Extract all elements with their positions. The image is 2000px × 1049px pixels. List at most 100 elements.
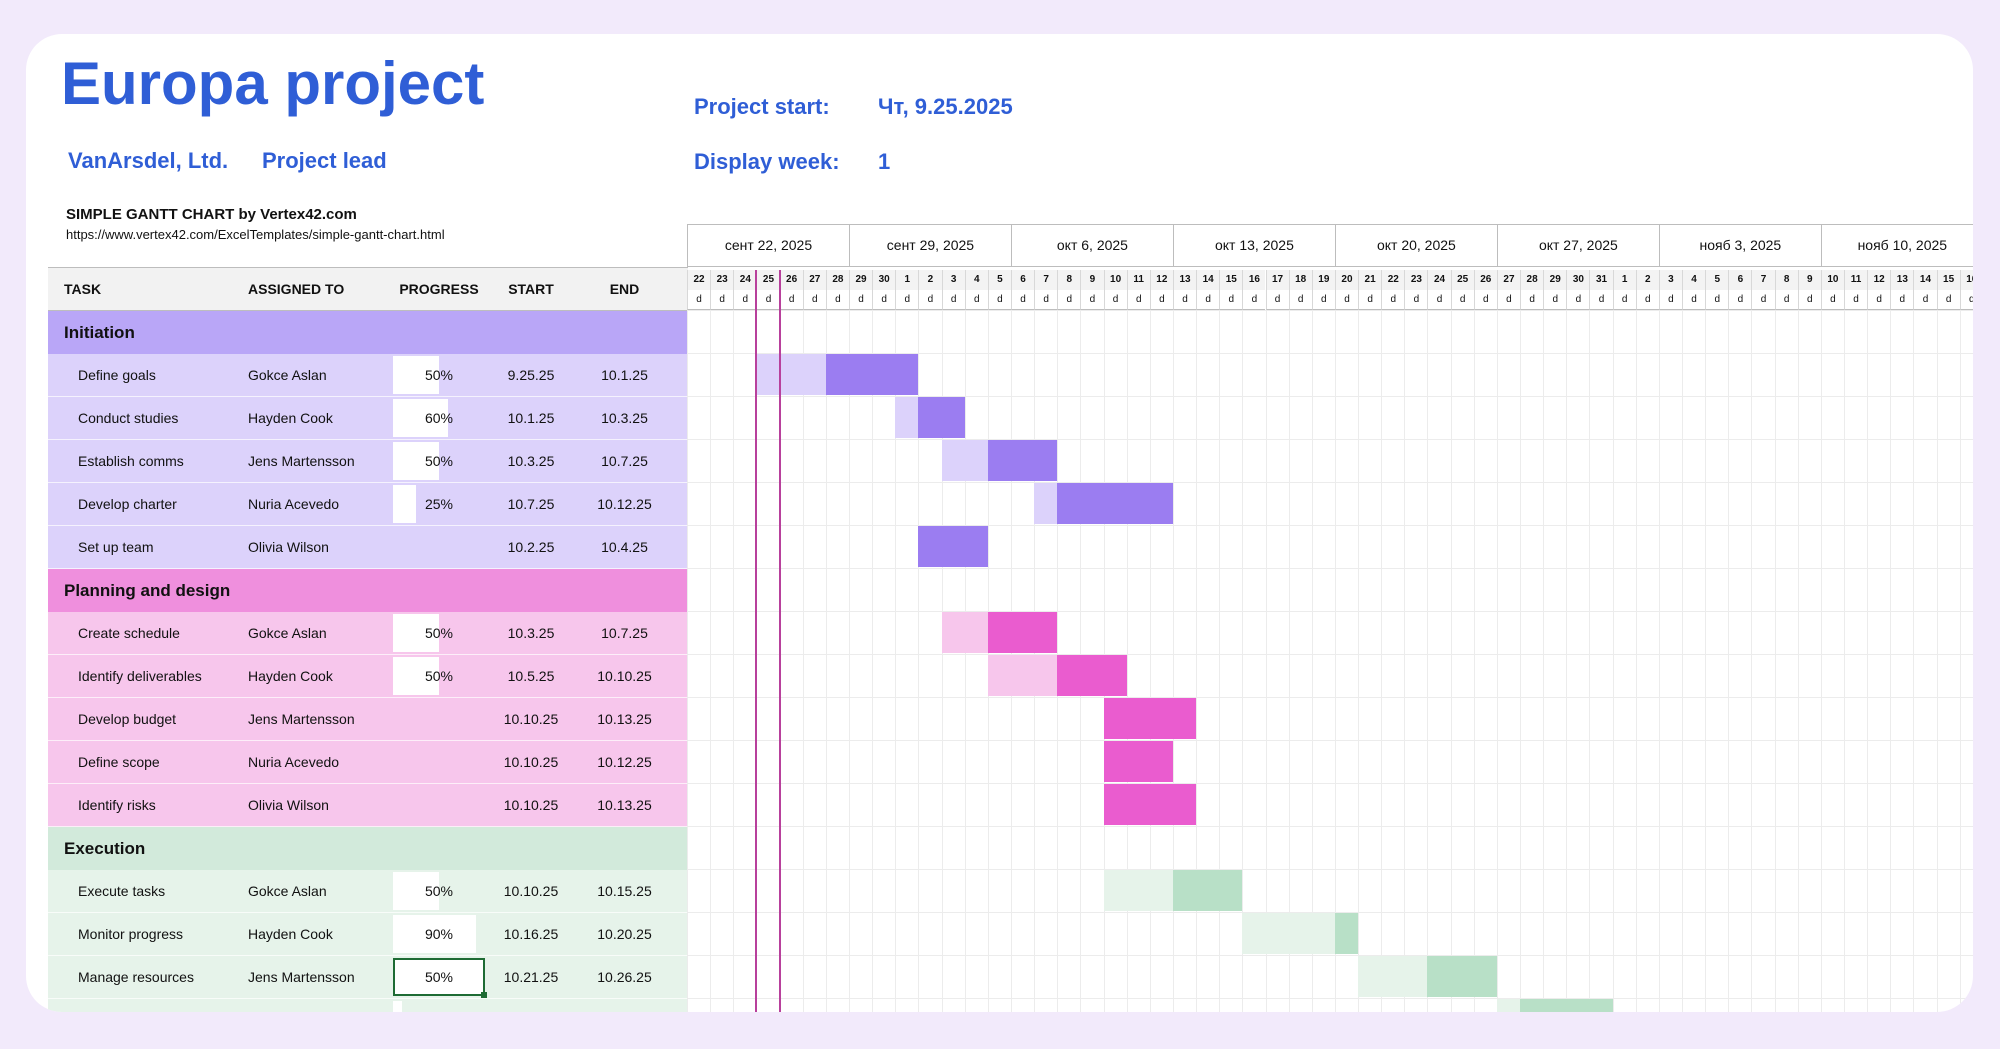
gantt-bar[interactable] <box>1103 698 1197 739</box>
gantt-bar[interactable] <box>987 612 1058 653</box>
phase-header[interactable]: Execution <box>48 827 688 870</box>
end-cell[interactable]: 10.26.25 <box>577 956 672 999</box>
progress-cell[interactable]: 60% <box>393 397 485 440</box>
end-cell[interactable]: 10.15.25 <box>577 870 672 913</box>
task-name-cell[interactable]: Identify deliverables <box>78 655 202 698</box>
assigned-cell[interactable]: Nuria Acevedo <box>248 741 339 784</box>
gantt-bar[interactable] <box>1057 655 1127 696</box>
gantt-bar-progress[interactable] <box>1242 913 1335 954</box>
progress-cell[interactable] <box>393 741 485 784</box>
gantt-bar[interactable] <box>918 397 965 438</box>
assigned-cell[interactable]: Olivia Wilson <box>248 526 329 569</box>
assigned-cell[interactable]: Olivia Wilson <box>248 784 329 827</box>
progress-cell[interactable]: 50% <box>393 870 485 913</box>
week-header[interactable]: нояб 10, 2025 <box>1820 225 1973 266</box>
task-name-cell[interactable]: Monitor progress <box>78 913 183 956</box>
gantt-bar[interactable] <box>1427 956 1497 997</box>
gantt-bar[interactable] <box>1172 870 1243 911</box>
progress-cell[interactable] <box>393 698 485 741</box>
task-name-cell[interactable]: Manage resources <box>78 956 194 999</box>
assigned-cell[interactable]: Jens Martensson <box>248 956 355 999</box>
task-name-cell[interactable]: Conduct studies <box>78 397 178 440</box>
task-name-cell[interactable]: Define goals <box>78 354 156 397</box>
gantt-bar-progress[interactable] <box>987 655 1058 696</box>
progress-cell[interactable]: 50% <box>393 655 485 698</box>
assigned-cell[interactable]: Gokce Aslan <box>248 354 327 397</box>
gantt-bar-progress[interactable] <box>1496 999 1521 1012</box>
week-header[interactable]: окт 13, 2025 <box>1172 225 1335 266</box>
start-cell[interactable]: 10.5.25 <box>485 655 577 698</box>
task-name-cell[interactable]: Create schedule <box>78 612 180 655</box>
start-cell[interactable]: 10.10.25 <box>485 741 577 784</box>
end-cell[interactable]: 10.4.25 <box>577 526 672 569</box>
end-cell[interactable]: 10.1.25 <box>577 354 672 397</box>
credit-url[interactable]: https://www.vertex42.com/ExcelTemplates/… <box>66 227 445 242</box>
task-name-cell[interactable]: Establish comms <box>78 440 184 483</box>
gantt-bar-progress[interactable] <box>1034 483 1058 524</box>
progress-cell[interactable] <box>393 999 485 1012</box>
week-header[interactable]: сент 22, 2025 <box>687 225 849 266</box>
column-header-task[interactable]: TASK <box>64 268 101 310</box>
progress-cell[interactable]: 90% <box>393 913 485 956</box>
display-week-value[interactable]: 1 <box>878 149 890 175</box>
end-cell[interactable]: 10.12.25 <box>577 483 672 526</box>
assigned-cell[interactable]: Jens Martensson <box>248 440 355 483</box>
gantt-bar-progress[interactable] <box>941 440 988 481</box>
task-name-cell[interactable]: Define scope <box>78 741 160 784</box>
start-cell[interactable] <box>485 999 577 1012</box>
gantt-bar[interactable] <box>1334 913 1359 954</box>
gantt-bar[interactable] <box>1103 784 1197 825</box>
column-header-end[interactable]: END <box>577 268 672 310</box>
phase-header[interactable]: Planning and design <box>48 569 688 612</box>
week-header[interactable]: окт 27, 2025 <box>1496 225 1659 266</box>
task-name-cell[interactable]: Identify risks <box>78 784 156 827</box>
gantt-bar[interactable] <box>1103 741 1173 782</box>
end-cell[interactable]: 10.12.25 <box>577 741 672 784</box>
week-header[interactable]: окт 6, 2025 <box>1010 225 1173 266</box>
task-name-cell[interactable]: Set up team <box>78 526 154 569</box>
week-header[interactable]: нояб 3, 2025 <box>1658 225 1821 266</box>
end-cell[interactable]: 10.3.25 <box>577 397 672 440</box>
gantt-bar-progress[interactable] <box>1358 956 1428 997</box>
end-cell[interactable]: 10.7.25 <box>577 440 672 483</box>
start-cell[interactable]: 10.1.25 <box>485 397 577 440</box>
phase-header[interactable]: Initiation <box>48 311 688 354</box>
end-cell[interactable]: 10.13.25 <box>577 784 672 827</box>
assigned-cell[interactable]: Hayden Cook <box>248 397 333 440</box>
progress-cell[interactable]: 50% <box>393 612 485 655</box>
end-cell[interactable]: 10.13.25 <box>577 698 672 741</box>
start-cell[interactable]: 10.10.25 <box>485 870 577 913</box>
end-cell[interactable] <box>577 999 672 1012</box>
assigned-cell[interactable]: Gokce Aslan <box>248 612 327 655</box>
start-cell[interactable]: 10.21.25 <box>485 956 577 999</box>
column-header-start[interactable]: START <box>485 268 577 310</box>
assigned-cell[interactable]: Hayden Cook <box>248 655 333 698</box>
end-cell[interactable]: 10.10.25 <box>577 655 672 698</box>
gantt-bar[interactable] <box>1520 999 1613 1012</box>
week-header[interactable]: сент 29, 2025 <box>848 225 1011 266</box>
progress-cell[interactable]: 25% <box>393 483 485 526</box>
end-cell[interactable]: 10.7.25 <box>577 612 672 655</box>
task-name-cell[interactable]: Develop charter <box>78 483 177 526</box>
start-cell[interactable]: 10.10.25 <box>485 784 577 827</box>
start-cell[interactable]: 10.2.25 <box>485 526 577 569</box>
progress-cell[interactable]: 50% <box>393 440 485 483</box>
gantt-bar[interactable] <box>825 354 919 395</box>
progress-cell[interactable] <box>393 784 485 827</box>
company-name[interactable]: VanArsdel, Ltd. <box>68 148 228 174</box>
assigned-cell[interactable]: Hayden Cook <box>248 913 333 956</box>
gantt-bar-progress[interactable] <box>941 612 988 653</box>
gantt-bar-progress[interactable] <box>1103 870 1173 911</box>
week-header[interactable]: окт 20, 2025 <box>1334 225 1497 266</box>
project-start-value[interactable]: Чт, 9.25.2025 <box>878 94 1013 120</box>
start-cell[interactable]: 10.3.25 <box>485 440 577 483</box>
progress-cell[interactable]: 50% <box>393 956 485 999</box>
end-cell[interactable]: 10.20.25 <box>577 913 672 956</box>
project-title[interactable]: Europa project <box>61 54 484 114</box>
column-header-progress[interactable]: PROGRESS <box>393 268 485 310</box>
gantt-bar[interactable] <box>1057 483 1173 524</box>
column-header-assigned[interactable]: ASSIGNED TO <box>248 268 344 310</box>
assigned-cell[interactable]: Jens Martensson <box>248 698 355 741</box>
project-lead[interactable]: Project lead <box>262 148 387 174</box>
gantt-bar-progress[interactable] <box>756 354 826 395</box>
